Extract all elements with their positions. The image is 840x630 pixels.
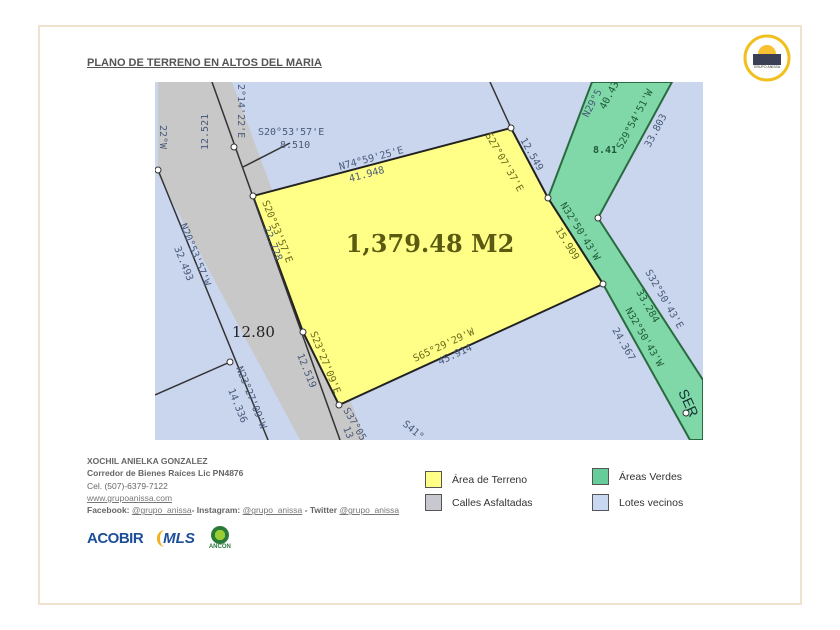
twitter-label: - Twitter (304, 505, 338, 516)
green-width: 8.41 (593, 145, 617, 156)
mls-logo: MLS (157, 529, 195, 547)
callout-distance: 8.510 (280, 140, 310, 151)
acobir-logo: ACOBIR (87, 529, 144, 547)
road-top-bearing: 2°14'22'E (235, 84, 246, 138)
agent-name: XOCHIL ANIELKA GONZALEZ (87, 456, 208, 466)
svg-text:GRUPO ANISSA: GRUPO ANISSA (754, 65, 781, 69)
legend-swatch (592, 494, 609, 511)
page: PLANO DE TERRENO EN ALTOS DEL MARIA GRUP… (0, 0, 840, 630)
facebook-link[interactable]: @grupo_anissa (132, 505, 192, 515)
road-top-distance: 12.521 (200, 114, 211, 150)
legend-label: Lotes vecinos (619, 496, 684, 509)
page-title: PLANO DE TERRENO EN ALTOS DEL MARIA (87, 57, 322, 69)
agent-role: Corredor de Bienes Raíces Lic PN4876 (87, 468, 244, 479)
legend-label: Área de Terreno (452, 473, 528, 486)
legend-label: Calles Asfaltadas (452, 496, 533, 509)
legend-neighbor-lots: Lotes vecinos (592, 494, 683, 511)
legend-swatch (425, 494, 442, 511)
facebook-label: Facebook: (87, 505, 130, 516)
partner-logos: ACOBIR MLS ANCON (87, 526, 231, 550)
legend-green-areas: Áreas Verdes (592, 468, 682, 485)
website-link[interactable]: www.grupoanissa.com (87, 493, 172, 503)
grupo-anissa-logo: GRUPO ANISSA (743, 34, 791, 82)
legend-swatch (592, 468, 609, 485)
legend-lot-area: Área de Terreno (425, 471, 527, 488)
twitter-link[interactable]: @grupo_anissa (339, 505, 399, 515)
road-width: 12.80 (232, 323, 275, 341)
contact-block: XOCHIL ANIELKA GONZALEZ Corredor de Bien… (87, 455, 399, 516)
legend-roads: Calles Asfaltadas (425, 494, 533, 511)
instagram-label: - Instagram: (191, 505, 241, 516)
instagram-link[interactable]: @grupo_anissa (243, 505, 303, 515)
area-label: 1,379.48 M2 (346, 229, 515, 258)
survey-map: 1,379.48 M2 N74°59'25'E 41.948 S27°07'37… (155, 82, 703, 440)
legend-label: Áreas Verdes (619, 470, 683, 483)
callout-bearing: S20°53'57'E (258, 127, 324, 138)
road-left-top: 22°W (157, 125, 168, 150)
agent-phone: Cel. (507)-6379-7122 (87, 480, 168, 491)
legend-swatch (425, 471, 442, 488)
ancon-leaf-icon (210, 526, 229, 544)
ancon-logo: ANCON (209, 526, 231, 550)
ancon-text: ANCON (208, 544, 231, 550)
